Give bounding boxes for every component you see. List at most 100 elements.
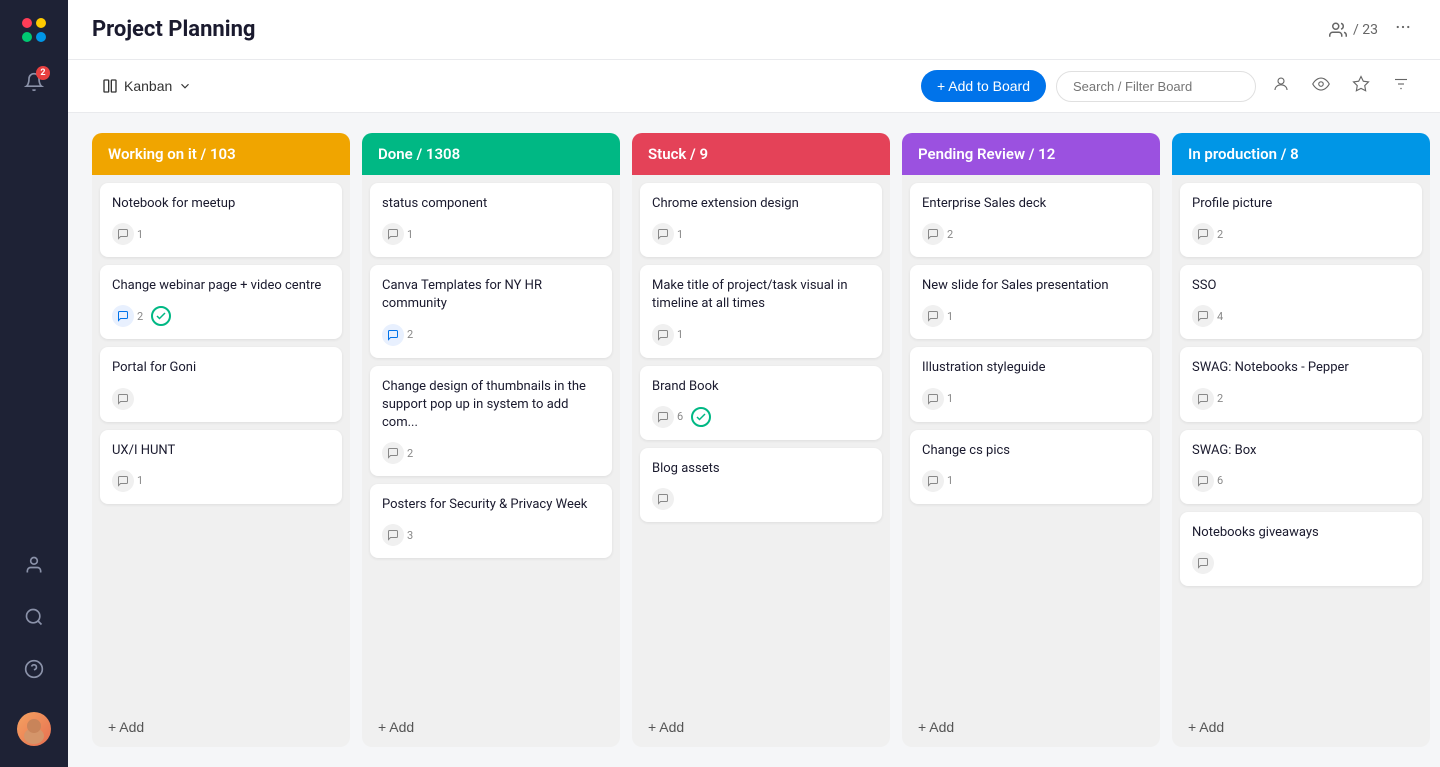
- column-footer: + Add: [362, 707, 620, 747]
- chat-indicator: 1: [112, 470, 143, 492]
- chat-count: 1: [947, 392, 953, 405]
- chat-indicator: 1: [922, 305, 953, 327]
- card-title: Blog assets: [652, 460, 870, 478]
- card-footer: [112, 388, 330, 410]
- card-title: Portal for Goni: [112, 359, 330, 377]
- card[interactable]: Notebooks giveaways: [1180, 512, 1422, 586]
- filter-button[interactable]: [1386, 71, 1416, 102]
- card-footer: 2: [382, 324, 600, 346]
- app-logo[interactable]: [16, 12, 52, 48]
- add-to-board-button[interactable]: + Add to Board: [921, 70, 1046, 102]
- column-header: Stuck / 9: [632, 133, 890, 175]
- chat-count: 1: [947, 310, 953, 323]
- card[interactable]: Posters for Security & Privacy Week3: [370, 484, 612, 558]
- card-footer: 6: [652, 406, 870, 428]
- chat-indicator: 6: [652, 406, 683, 428]
- card-title: Chrome extension design: [652, 195, 870, 213]
- favorite-button[interactable]: [1346, 71, 1376, 102]
- card[interactable]: Portal for Goni: [100, 347, 342, 421]
- card[interactable]: SSO 4: [1180, 265, 1422, 339]
- column-working: Working on it / 103 Notebook for meetup1 C…: [92, 133, 350, 747]
- chat-indicator: 6: [1192, 470, 1223, 492]
- card-title: Notebooks giveaways: [1192, 524, 1410, 542]
- search-input[interactable]: [1056, 71, 1256, 102]
- search-icon[interactable]: [16, 599, 52, 635]
- column-header: Working on it / 103: [92, 133, 350, 175]
- card-footer: 1: [922, 470, 1140, 492]
- chat-bubble-icon: [1192, 552, 1214, 574]
- user-avatar[interactable]: [16, 711, 52, 747]
- card[interactable]: status component 1: [370, 183, 612, 257]
- view-toggle-button[interactable]: [1306, 71, 1336, 102]
- column-footer: + Add: [92, 707, 350, 747]
- card-footer: 2: [112, 305, 330, 327]
- card[interactable]: Change design of thumbnails in the suppo…: [370, 366, 612, 477]
- kanban-view-button[interactable]: Kanban: [92, 72, 202, 100]
- card-footer: 1: [652, 324, 870, 346]
- card[interactable]: Notebook for meetup1: [100, 183, 342, 257]
- header: Project Planning / 23: [68, 0, 1440, 60]
- card[interactable]: Enterprise Sales deck2: [910, 183, 1152, 257]
- chat-indicator: 2: [1192, 223, 1223, 245]
- add-card-button[interactable]: + Add: [1188, 715, 1224, 739]
- column-body: Enterprise Sales deck2 New slide for Sale…: [902, 175, 1160, 707]
- card-title: UX/I HUNT: [112, 442, 330, 460]
- chat-indicator: 1: [922, 470, 953, 492]
- notification-bell-icon[interactable]: 2: [16, 64, 52, 100]
- card-footer: 2: [1192, 223, 1410, 245]
- add-card-button[interactable]: + Add: [108, 715, 144, 739]
- chat-indicator: 1: [112, 223, 143, 245]
- card[interactable]: Illustration styleguide1: [910, 347, 1152, 421]
- card-footer: 1: [382, 223, 600, 245]
- card[interactable]: SWAG: Box 6: [1180, 430, 1422, 504]
- card-footer: 2: [922, 223, 1140, 245]
- card-title: SWAG: Box: [1192, 442, 1410, 460]
- card[interactable]: Chrome extension design 1: [640, 183, 882, 257]
- chat-indicator: 2: [922, 223, 953, 245]
- card[interactable]: Change webinar page + video centre2: [100, 265, 342, 339]
- chat-indicator: 3: [382, 524, 413, 546]
- column-body: Profile picture 2 SSO 4 SWAG: Notebooks - Pe…: [1172, 175, 1430, 707]
- board-area: Working on it / 103 Notebook for meetup1 C…: [68, 113, 1440, 767]
- card-footer: 6: [1192, 470, 1410, 492]
- card[interactable]: Canva Templates for NY HR community2: [370, 265, 612, 357]
- chat-count: 4: [1217, 310, 1223, 323]
- chat-bubble-icon: [1192, 305, 1214, 327]
- column-done: Done / 1308status component1Canva Templa…: [362, 133, 620, 747]
- people-icon[interactable]: [16, 547, 52, 583]
- profile-filter-button[interactable]: [1266, 71, 1296, 102]
- add-card-button[interactable]: + Add: [378, 715, 414, 739]
- add-card-button[interactable]: + Add: [648, 715, 684, 739]
- chat-count: 1: [947, 474, 953, 487]
- chat-indicator: 2: [1192, 388, 1223, 410]
- chat-count: 2: [1217, 228, 1223, 241]
- column-pending: Pending Review / 12Enterprise Sales deck…: [902, 133, 1160, 747]
- card-footer: 1: [652, 223, 870, 245]
- card[interactable]: Profile picture 2: [1180, 183, 1422, 257]
- card[interactable]: Make title of project/task visual in tim…: [640, 265, 882, 357]
- chat-indicator: 1: [922, 388, 953, 410]
- kanban-icon: [102, 78, 118, 94]
- add-card-button[interactable]: + Add: [918, 715, 954, 739]
- card[interactable]: Blog assets: [640, 448, 882, 522]
- main-content: Project Planning / 23: [68, 0, 1440, 767]
- chat-indicator: 2: [112, 305, 143, 327]
- card[interactable]: UX/I HUNT 1: [100, 430, 342, 504]
- chat-count: 2: [1217, 392, 1223, 405]
- card[interactable]: New slide for Sales presentation1: [910, 265, 1152, 339]
- more-options-button[interactable]: [1390, 14, 1416, 45]
- chat-bubble-icon: [1192, 470, 1214, 492]
- card[interactable]: Brand Book6: [640, 366, 882, 440]
- chat-indicator: 1: [652, 324, 683, 346]
- card-title: status component: [382, 195, 600, 213]
- chat-bubble-icon: [1192, 388, 1214, 410]
- notification-badge: 2: [36, 66, 50, 80]
- card-title: Profile picture: [1192, 195, 1410, 213]
- card[interactable]: Change cs pics1: [910, 430, 1152, 504]
- card-title: SSO: [1192, 277, 1410, 295]
- card[interactable]: SWAG: Notebooks - Pepper2: [1180, 347, 1422, 421]
- chat-bubble-icon: [922, 388, 944, 410]
- help-icon[interactable]: [16, 651, 52, 687]
- card-footer: 2: [1192, 388, 1410, 410]
- card-footer: 1: [922, 305, 1140, 327]
